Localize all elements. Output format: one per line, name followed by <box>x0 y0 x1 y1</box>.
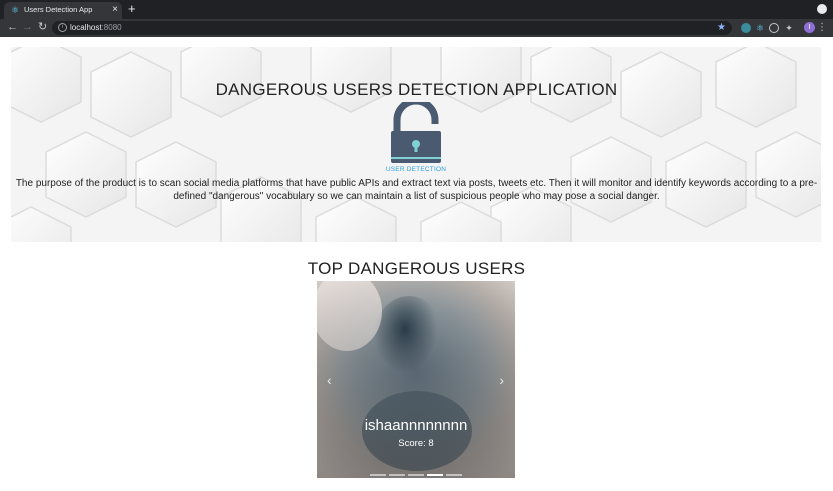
extension-icon[interactable] <box>769 23 779 33</box>
url-text[interactable]: localhost:8080 <box>70 23 122 33</box>
carousel-indicator[interactable] <box>389 474 405 476</box>
score-label: Score: 8 <box>398 438 434 449</box>
avatar[interactable]: I <box>804 22 815 33</box>
section-title: TOP DANGEROUS USERS <box>307 259 526 278</box>
browser-toolbar: ← → ↻ i localhost:8080 ★ ⚛ ✦ I ⋮ <box>0 19 833 37</box>
bookmark-star-icon[interactable]: ★ <box>717 21 726 35</box>
react-icon: ⚛ <box>11 5 20 15</box>
top-users-carousel[interactable]: ‹ › ishaannnnnnnn Score: 8 <box>317 281 515 478</box>
product-description: The purpose of the product is to scan so… <box>15 178 818 202</box>
carousel-indicator[interactable] <box>427 474 443 476</box>
page-title: DANGEROUS USERS DETECTION APPLICATION <box>215 80 618 99</box>
kebab-menu-icon[interactable]: ⋮ <box>817 21 827 34</box>
username-label: ishaannnnnnnn <box>364 417 468 434</box>
browser-tab-bar: ⚛ Users Detection App × + <box>0 0 833 19</box>
tab-title: Users Detection App <box>24 5 93 14</box>
browser-tab[interactable]: ⚛ Users Detection App × <box>4 2 122 19</box>
logo-caption: USER DETECTION <box>385 166 447 173</box>
browser-menu-dot-icon[interactable] <box>817 4 827 14</box>
carousel-indicator[interactable] <box>446 474 462 476</box>
unlocked-padlock-icon <box>391 102 441 163</box>
puzzle-icon[interactable]: ✦ <box>784 23 794 33</box>
back-icon[interactable]: ← <box>7 21 18 34</box>
carousel-indicators <box>317 463 515 478</box>
chevron-left-icon[interactable]: ‹ <box>327 372 332 388</box>
react-devtools-icon[interactable]: ⚛ <box>755 23 765 33</box>
carousel-indicator[interactable] <box>370 474 386 476</box>
carousel-indicator[interactable] <box>408 474 424 476</box>
forward-icon[interactable]: → <box>22 21 33 34</box>
site-info-icon[interactable]: i <box>58 23 67 32</box>
close-tab-icon[interactable]: × <box>112 4 118 16</box>
new-tab-icon[interactable]: + <box>128 2 136 16</box>
address-bar[interactable]: i localhost:8080 ★ <box>52 21 732 35</box>
chevron-right-icon[interactable]: › <box>499 372 504 388</box>
extension-icon[interactable] <box>741 23 751 33</box>
reload-icon[interactable]: ↻ <box>38 21 47 34</box>
